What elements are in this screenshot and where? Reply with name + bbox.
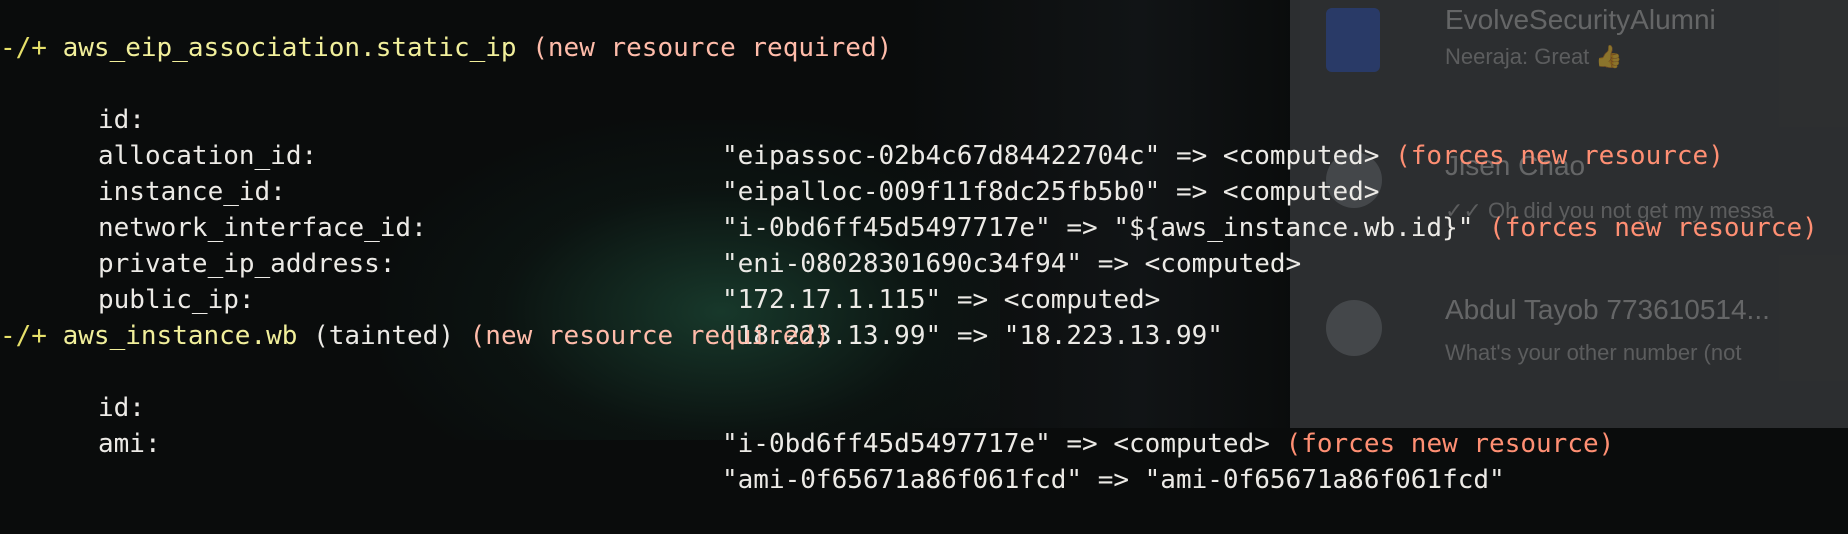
attribute-row: instance_id: "i-0bd6ff45d5497717e" => "$… — [0, 138, 1818, 243]
required-note: (new resource required) — [469, 321, 830, 351]
attribute-change: "172.17.1.115" => <computed> — [722, 282, 1160, 318]
attribute-row: id: "eipassoc-02b4c67d84422704c" => <com… — [0, 66, 1724, 171]
attribute-change: "i-0bd6ff45d5497717e" => <computed> (for… — [722, 426, 1614, 462]
old-value: "172.17.1.115" — [722, 285, 942, 315]
new-value: <computed> — [1003, 285, 1161, 315]
arrow: => — [1097, 465, 1129, 495]
resource-name: aws_instance.wb — [62, 321, 298, 351]
attribute-row: id: "i-0bd6ff45d5497717e" => <computed> … — [0, 354, 1614, 459]
attribute-key: allocation_id: — [98, 141, 318, 171]
old-value: "i-0bd6ff45d5497717e" — [722, 429, 1051, 459]
new-value: <computed> — [1113, 429, 1270, 459]
required-note: (new resource required) — [532, 33, 893, 63]
forces-note: (forces new resource) — [1285, 429, 1615, 459]
attribute-change: "eipalloc-009f11f8dc25fb5b0" => <compute… — [722, 174, 1379, 210]
attribute-row: network_interface_id: "eni-08028301690c3… — [0, 174, 1301, 279]
arrow: => — [956, 321, 989, 351]
new-value: <computed> — [1144, 249, 1302, 279]
attribute-key: network_interface_id: — [98, 213, 427, 243]
arrow: => — [1175, 177, 1208, 207]
attribute-row: public_ip: "18.223.13.99" => "18.223.13.… — [0, 246, 1223, 351]
terminal-output[interactable]: -/+ aws_eip_association.static_ip (new r… — [0, 0, 1848, 495]
arrow: => — [1097, 249, 1129, 279]
old-value: "eipassoc-02b4c67d84422704c" — [722, 141, 1161, 171]
attribute-key: ami: — [98, 429, 161, 459]
forces-note: (forces new resource) — [1395, 141, 1724, 171]
attribute-key: instance_id: — [98, 177, 286, 207]
old-value: "ami-0f65671a86f061fcd" — [722, 465, 1083, 495]
resource-header: -/+ aws_eip_association.static_ip (new r… — [0, 30, 892, 66]
forces-note: (forces new resource) — [1489, 213, 1818, 243]
new-value: "${aws_instance.wb.id}" — [1113, 213, 1474, 243]
attribute-key: private_ip_address: — [98, 249, 396, 279]
arrow: => — [1066, 429, 1098, 459]
resource-header: -/+ aws_instance.wb (tainted) (new resou… — [0, 318, 830, 354]
change-prefix: -/+ — [0, 321, 47, 351]
arrow: => — [956, 285, 989, 315]
attribute-row: allocation_id: "eipalloc-009f11f8dc25fb5… — [0, 102, 1379, 207]
tainted-marker: (tainted) — [313, 321, 454, 351]
attribute-change: "i-0bd6ff45d5497717e" => "${aws_instance… — [722, 210, 1818, 246]
change-prefix: -/+ — [0, 33, 47, 63]
new-value: <computed> — [1222, 177, 1380, 207]
arrow: => — [1066, 213, 1098, 243]
new-value: "ami-0f65671a86f061fcd" — [1144, 465, 1505, 495]
old-value: "eni-08028301690c34f94" — [722, 249, 1083, 279]
attribute-key: id: — [98, 393, 145, 423]
new-value: "18.223.13.99" — [1003, 321, 1223, 351]
resource-name: aws_eip_association.static_ip — [62, 33, 517, 63]
attribute-key: public_ip: — [98, 285, 255, 315]
arrow: => — [1175, 141, 1208, 171]
attribute-key: id: — [98, 105, 145, 135]
attribute-row: private_ip_address: "172.17.1.115" => <c… — [0, 210, 1160, 315]
old-value: "eipalloc-009f11f8dc25fb5b0" — [722, 177, 1161, 207]
attribute-change: "eni-08028301690c34f94" => <computed> — [722, 246, 1301, 282]
attribute-change: "eipassoc-02b4c67d84422704c" => <compute… — [722, 138, 1724, 174]
new-value: <computed> — [1222, 141, 1380, 171]
attribute-change: "ami-0f65671a86f061fcd" => "ami-0f65671a… — [722, 462, 1505, 498]
old-value: "i-0bd6ff45d5497717e" — [722, 213, 1051, 243]
attribute-row: ami: "ami-0f65671a86f061fcd" => "ami-0f6… — [0, 390, 1505, 495]
